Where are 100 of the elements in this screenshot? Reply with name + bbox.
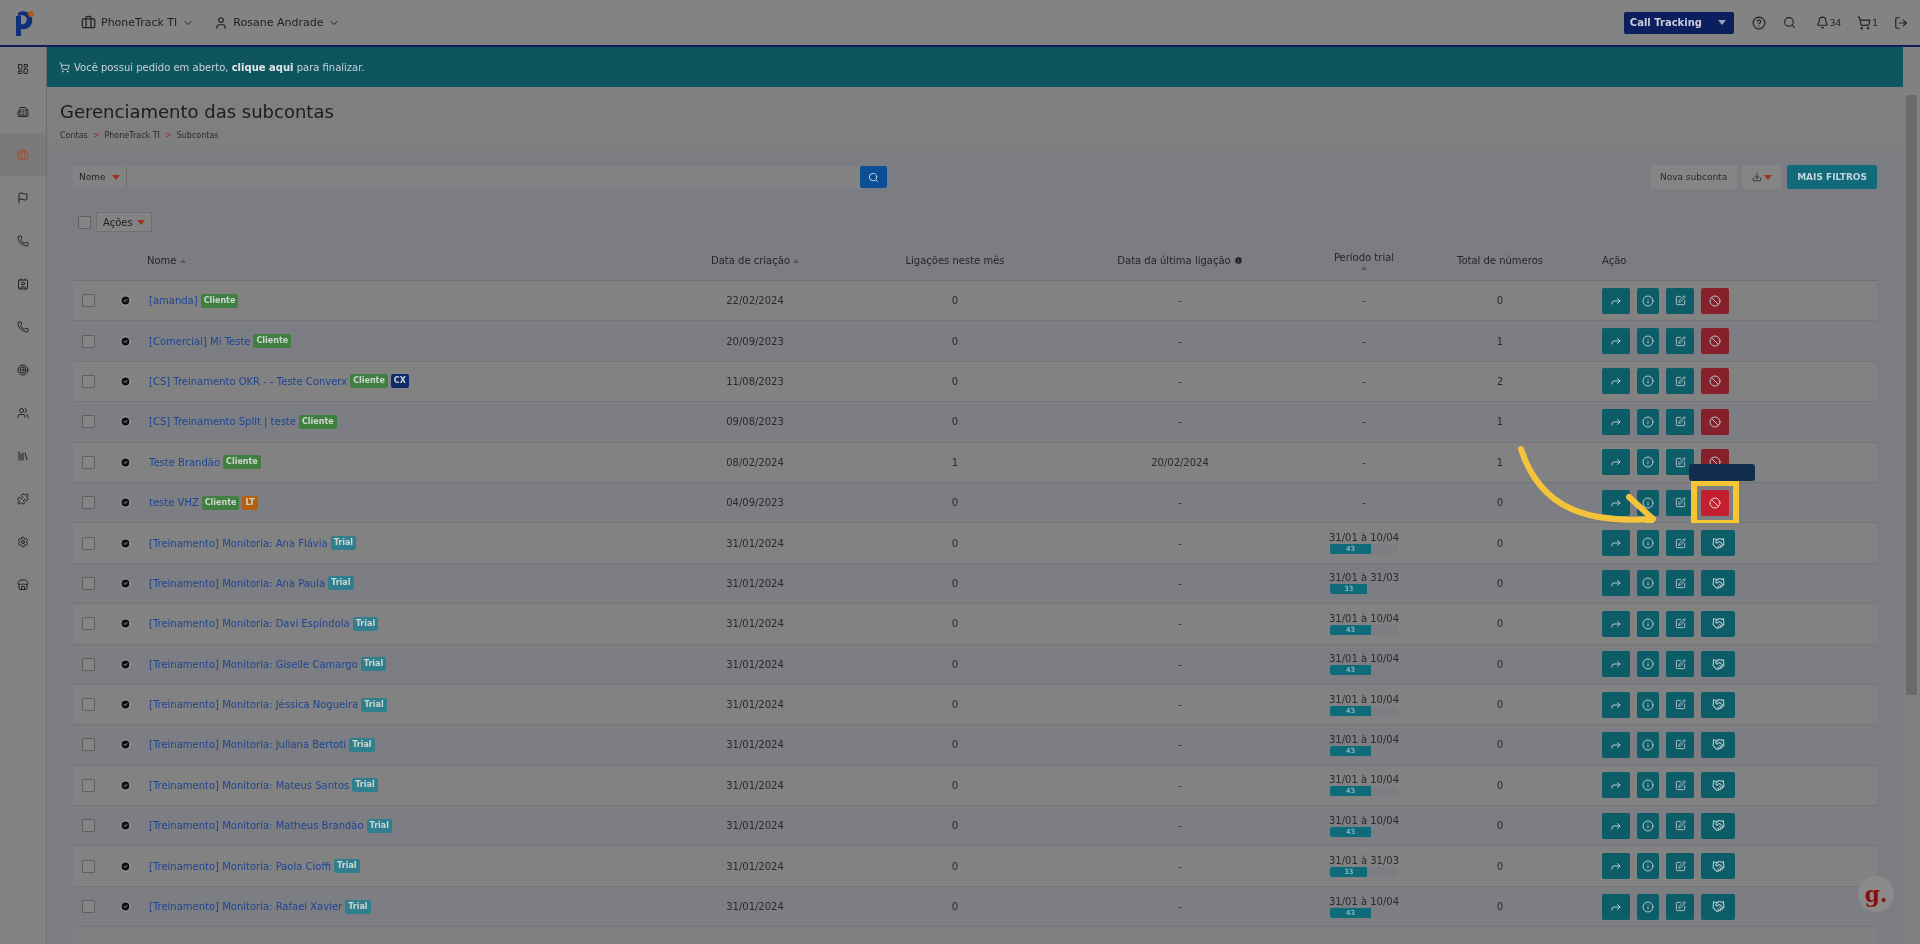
trial-period: 31/01 à 10/04 [1328,612,1400,624]
account-link[interactable]: [Treinamento] Monitoria: Ana Paula [149,577,326,589]
account-link[interactable]: [CS] Treinamento OKR - - Teste Converx [149,375,348,387]
user-name[interactable]: Rosane Andrade [233,16,324,29]
more-filters-button[interactable]: MAIS FILTROS [1787,165,1877,189]
account-link[interactable]: [Comercial] Mi Teste [149,335,251,347]
tag: Cliente [223,455,261,470]
account-link[interactable]: [Treinamento] Monitoria: Rafael Xavier [149,901,343,913]
table-cell: 31/01/2024 [726,618,784,630]
table-cell: - [1178,901,1182,913]
page-title: Gerenciamento das subcontas [60,101,335,122]
column-header[interactable]: Data de criação [711,255,799,266]
account-link[interactable]: [CS] Treinamento Split | teste [149,416,296,428]
breadcrumb-separator: > [165,131,172,140]
new-subaccount-button[interactable]: Nova subconta [1649,165,1738,189]
tag: Trial [361,697,387,712]
column-header[interactable]: Nome [147,255,186,266]
table-cell: - [1178,699,1182,711]
table-cell: - [1362,295,1366,307]
banner-link[interactable]: clique aqui [231,61,294,73]
table-cell: - [1362,416,1366,428]
table-cell: - [1362,456,1366,468]
trial-period: 31/01 à 10/04 [1328,774,1400,786]
notifications-button[interactable]: 34 [1815,16,1842,29]
column-header[interactable]: Ação [1602,255,1627,266]
table-cell: 31/01/2024 [726,658,784,670]
account-link[interactable]: [Treinamento] Monitoria: Matheus Brandão [149,820,364,832]
trial-period: 31/01 à 10/04 [1328,814,1400,826]
account-link[interactable]: [Treinamento] Monitoria: Paola Cioffi [149,860,332,872]
table-cell: 0 [951,739,959,751]
tag: Cliente [201,495,240,510]
tag: Cliente [200,293,239,308]
trial-period: 31/01 à 10/04 [1328,653,1400,665]
account-link[interactable]: teste VHZ [149,497,199,509]
banner-message: Você possui pedido em aberto, clique aqui para finalizar. [74,61,365,73]
column-header[interactable]: Ligações neste mês [905,255,1005,266]
table-cell: 1 [951,456,959,468]
tag: Trial [328,576,354,591]
tag: Trial [366,818,392,833]
table-cell: 0 [1496,295,1504,307]
breadcrumb-link[interactable]: Contas [60,131,88,140]
table-cell: 0 [1496,820,1504,832]
table-cell: 0 [951,416,959,428]
trial-period: 31/01 à 10/04 [1328,532,1400,544]
table-cell: - [1178,860,1182,872]
tag: Cliente [253,334,292,349]
trial-period: 31/01 à 10/04 [1328,734,1400,745]
product-select[interactable]: Call Tracking [1623,11,1734,34]
table-cell: - [1178,416,1182,428]
table-cell: 0 [951,577,959,589]
table-cell: 31/01/2024 [726,779,784,791]
table-cell: 31/01/2024 [726,739,784,751]
breadcrumb-link[interactable]: PhoneTrack TI [104,131,160,140]
table-cell: 0 [1496,537,1504,549]
table-cell: 20/02/2024 [1151,456,1209,468]
table-cell: 20/09/2023 [726,335,784,347]
breadcrumb-link[interactable]: Subcontas [176,131,219,140]
tag: Trial [349,738,375,752]
account-link[interactable]: [Treinamento] Monitoria: Ana Flávia [149,537,328,549]
actions-button[interactable]: Ações [96,212,152,232]
account-link[interactable]: [Treinamento] Monitoria: Mateus Santos [149,779,350,791]
cart-button[interactable]: 1 [1857,15,1878,30]
table-cell: 31/01/2024 [726,699,784,711]
table-cell: 22/02/2024 [726,295,784,307]
table-cell: 0 [951,820,959,832]
account-link[interactable]: [amanda] [149,295,198,307]
table-cell: 0 [1496,779,1504,791]
trial-period: 31/01 à 10/04 [1328,693,1400,705]
column-header[interactable]: Período trial [1333,251,1395,270]
column-header[interactable]: Total de números [1457,255,1543,266]
table-cell: 0 [1496,618,1504,630]
table-cell: 0 [951,618,959,630]
table-cell: - [1178,375,1182,387]
table-cell: - [1178,779,1182,791]
account-link[interactable]: [Treinamento] Monitoria: Davi Espíndola [149,618,350,630]
table-cell: 08/02/2024 [726,456,784,468]
account-link[interactable]: Teste Brandão [149,456,221,468]
account-name[interactable]: PhoneTrack TI [101,16,178,29]
tag: Trial [352,616,379,631]
table-cell: 31/01/2024 [726,901,784,913]
table-cell: 0 [951,699,959,711]
tag: CX [390,374,409,389]
table-cell: 0 [951,375,959,387]
account-link[interactable]: [Treinamento] Monitoria: Juliana Bertoti [149,739,347,751]
trial-period: 31/01 à 31/03 [1328,572,1400,584]
table-cell: - [1178,295,1182,307]
table-cell: - [1178,739,1182,751]
table-cell: 1 [1496,335,1504,347]
table-cell: 1 [1496,456,1504,468]
column-header[interactable]: Data da última ligação [1117,255,1243,266]
account-link[interactable]: [Treinamento] Monitoria: Jéssica Nogueira [149,699,359,711]
table-cell: - [1178,537,1182,549]
table-cell: 0 [1496,577,1504,589]
table-cell: 0 [951,901,959,913]
table-cell: 0 [1496,658,1504,670]
table-cell: 0 [1496,739,1504,751]
table-cell: 04/09/2023 [726,497,784,509]
account-link[interactable]: [Treinamento] Monitoria: Giselle Camargo [149,658,358,670]
table-cell: 11/08/2023 [726,375,784,387]
table-cell: - [1178,618,1182,630]
